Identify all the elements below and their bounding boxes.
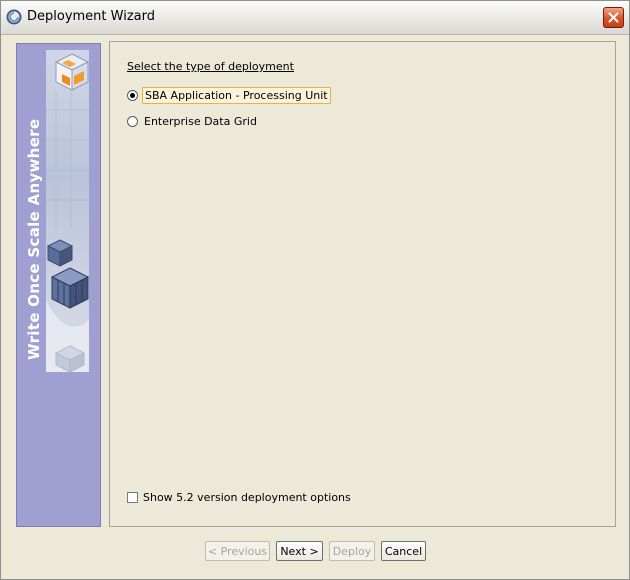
- close-icon: [608, 12, 619, 23]
- section-heading: Select the type of deployment: [127, 60, 294, 73]
- cancel-button[interactable]: Cancel: [381, 541, 426, 561]
- title-bar[interactable]: Deployment Wizard: [1, 1, 629, 35]
- deployment-type-panel: Select the type of deployment SBA Applic…: [109, 41, 616, 527]
- legacy-options-checkbox-row[interactable]: Show 5.2 version deployment options: [127, 489, 351, 505]
- radio-enterprise-data-grid[interactable]: Enterprise Data Grid: [127, 113, 259, 129]
- radio-button-unselected[interactable]: [127, 115, 138, 127]
- wizard-button-bar: < Previous Next > Deploy Cancel: [1, 541, 630, 562]
- legacy-options-checkbox[interactable]: [127, 491, 138, 503]
- app-logo-icon: [6, 9, 22, 25]
- legacy-options-label: Show 5.2 version deployment options: [143, 490, 351, 504]
- wizard-banner: Write Once Scale Anywhere: [16, 43, 101, 527]
- previous-button[interactable]: < Previous: [205, 541, 270, 561]
- window-title: Deployment Wizard: [27, 9, 155, 24]
- deploy-button[interactable]: Deploy: [329, 541, 375, 561]
- banner-slogan: Write Once Scale Anywhere: [25, 118, 43, 360]
- close-button[interactable]: [603, 7, 624, 28]
- next-button[interactable]: Next >: [276, 541, 323, 561]
- radio-button-selected[interactable]: [127, 89, 138, 101]
- radio-sba-application[interactable]: SBA Application - Processing Unit: [127, 86, 331, 104]
- deployment-wizard-window: Deployment Wizard Write Once Scale Anywh…: [0, 0, 630, 580]
- banner-cube-image: [46, 50, 89, 372]
- radio-label-data-grid: Enterprise Data Grid: [144, 114, 257, 128]
- radio-label-sba: SBA Application - Processing Unit: [142, 86, 331, 104]
